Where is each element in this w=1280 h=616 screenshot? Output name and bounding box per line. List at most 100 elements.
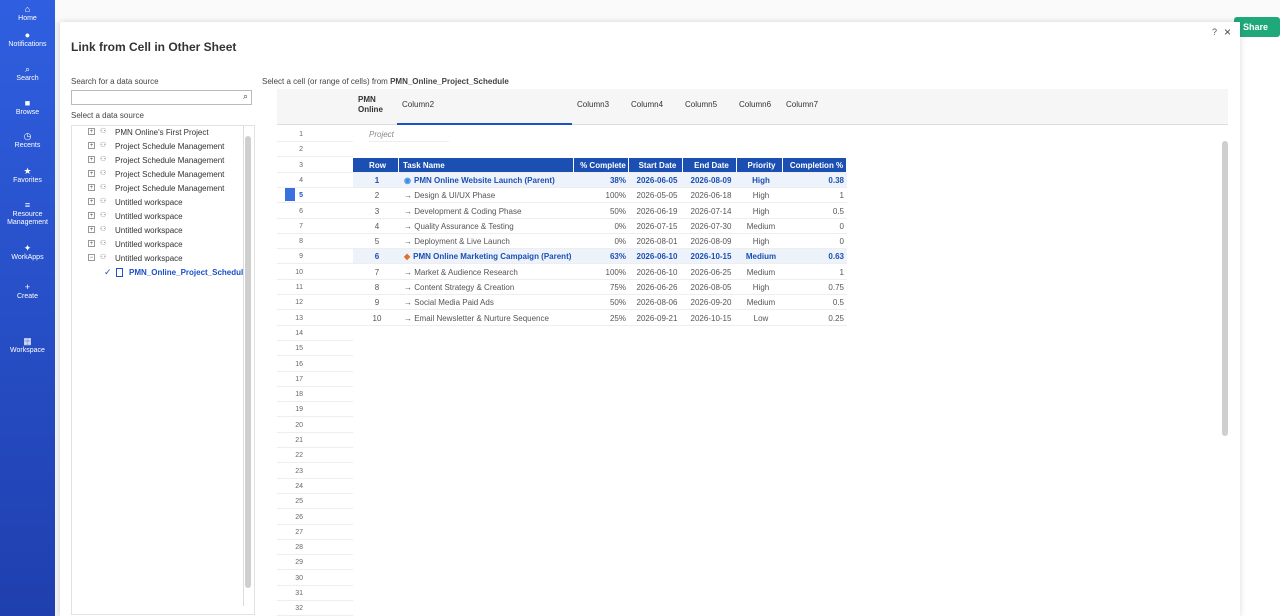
row-number[interactable]: 16 <box>277 357 353 372</box>
table-cell[interactable]: 2026-08-09 <box>683 234 737 250</box>
table-cell[interactable]: 0% <box>574 219 629 234</box>
row-number[interactable]: 9 <box>277 249 353 265</box>
nav-item-home[interactable]: ⌂ Home <box>0 4 55 23</box>
row-number[interactable]: 21 <box>277 433 353 448</box>
table-cell[interactable]: 0 <box>783 234 847 250</box>
nav-item-workapps[interactable]: ✦ WorkApps <box>0 243 55 262</box>
task-name-cell[interactable]: → Social Media Paid Ads <box>399 295 574 311</box>
table-cell[interactable]: 2026-07-15 <box>629 219 683 234</box>
grid-scrollbar[interactable] <box>1221 131 1229 611</box>
table-cell[interactable]: 38% <box>574 172 629 188</box>
row-number[interactable]: 29 <box>277 555 353 571</box>
expand-icon[interactable]: + <box>88 142 95 149</box>
nav-item-resource-management[interactable]: ≡ Resource Management <box>0 200 55 227</box>
task-name-cell[interactable]: ◆ PMN Online Marketing Campaign (Parent) <box>399 249 574 265</box>
table-cell[interactable]: 50% <box>574 204 629 219</box>
table-cell[interactable]: 2026-06-05 <box>629 172 683 188</box>
task-name-cell[interactable]: → Market & Audience Research <box>399 265 574 280</box>
row-number[interactable]: 24 <box>277 479 353 494</box>
table-cell[interactable]: 2026-07-30 <box>683 219 737 234</box>
column-header[interactable]: Column7 <box>786 100 818 109</box>
table-cell[interactable]: 2026-09-20 <box>683 295 737 311</box>
row-number[interactable]: 28 <box>277 540 353 556</box>
table-cell[interactable]: 2026-08-01 <box>629 234 683 250</box>
table-cell[interactable]: 2026-06-18 <box>683 188 737 204</box>
table-cell[interactable]: Low <box>737 311 783 326</box>
task-name-cell[interactable]: → Design & UI/UX Phase <box>399 188 574 204</box>
row-number[interactable]: 17 <box>277 372 353 387</box>
table-cell[interactable]: 100% <box>574 188 629 204</box>
table-cell[interactable]: 1 <box>353 172 399 188</box>
table-cell[interactable]: 0.63 <box>783 249 847 265</box>
table-cell[interactable]: Medium <box>737 219 783 234</box>
table-cell[interactable]: 0.25 <box>783 311 847 326</box>
row-number[interactable]: 2 <box>277 142 353 158</box>
table-cell[interactable]: High <box>737 188 783 204</box>
tree-item-workspace[interactable]: − ⚇ Untitled workspace <box>72 252 244 266</box>
column-header[interactable]: Column6 <box>739 100 771 109</box>
task-name-cell[interactable]: → Email Newsletter & Nurture Sequence <box>399 311 574 326</box>
table-cell[interactable]: 10 <box>353 311 399 326</box>
tree-item-workspace[interactable]: + ⚇ Untitled workspace <box>72 238 244 252</box>
table-cell[interactable]: 4 <box>353 219 399 234</box>
row-number[interactable]: 15 <box>277 341 353 357</box>
row-number[interactable]: 6 <box>277 204 353 219</box>
row-number[interactable]: 19 <box>277 402 353 418</box>
task-name-cell[interactable]: → Quality Assurance & Testing <box>399 219 574 234</box>
row-number[interactable]: 8 <box>277 234 353 250</box>
table-cell[interactable]: 2026-08-09 <box>683 172 737 188</box>
table-cell[interactable]: 2026-06-25 <box>683 265 737 280</box>
row-number[interactable]: 26 <box>277 510 353 525</box>
search-icon[interactable]: ⌕ <box>243 91 248 102</box>
search-input[interactable]: ⌕ <box>71 90 252 105</box>
table-cell[interactable]: High <box>737 234 783 250</box>
row-number[interactable]: 14 <box>277 326 353 341</box>
tree-item-workspace[interactable]: + ⚇ Untitled workspace <box>72 224 244 238</box>
expand-icon[interactable]: + <box>88 198 95 205</box>
expand-icon[interactable]: + <box>88 212 95 219</box>
table-cell[interactable]: 2026-09-21 <box>629 311 683 326</box>
row-number[interactable]: 25 <box>277 494 353 510</box>
table-cell[interactable]: 2 <box>353 188 399 204</box>
table-cell[interactable]: 2026-06-19 <box>629 204 683 219</box>
table-cell[interactable]: 63% <box>574 249 629 265</box>
row-number[interactable]: 4 <box>277 173 353 188</box>
row-number[interactable]: 11 <box>277 280 353 295</box>
row-number[interactable]: 7 <box>277 219 353 234</box>
table-cell[interactable]: 100% <box>574 265 629 280</box>
expand-icon[interactable]: + <box>88 170 95 177</box>
expand-icon[interactable]: + <box>88 156 95 163</box>
table-cell[interactable]: 25% <box>574 311 629 326</box>
task-name-cell[interactable]: ◉ PMN Online Website Launch (Parent) <box>399 172 574 188</box>
table-cell[interactable]: High <box>737 172 783 188</box>
table-cell[interactable]: High <box>737 204 783 219</box>
row-number[interactable]: 30 <box>277 571 353 586</box>
table-cell[interactable]: High <box>737 280 783 295</box>
column-header[interactable]: Column3 <box>577 100 609 109</box>
table-cell[interactable]: 1 <box>783 265 847 280</box>
table-cell[interactable]: 3 <box>353 204 399 219</box>
table-cell[interactable]: 75% <box>574 280 629 295</box>
task-name-cell[interactable]: → Content Strategy & Creation <box>399 280 574 295</box>
task-name-cell[interactable]: → Development & Coding Phase <box>399 204 574 219</box>
row-number[interactable]: 12 <box>277 295 353 311</box>
expand-icon[interactable]: + <box>88 184 95 191</box>
table-cell[interactable]: 2026-07-14 <box>683 204 737 219</box>
row-number[interactable]: 18 <box>277 387 353 403</box>
tree-item-workspace[interactable]: + ⚇ Untitled workspace <box>72 210 244 224</box>
table-cell[interactable]: 7 <box>353 265 399 280</box>
table-cell[interactable]: Medium <box>737 295 783 311</box>
table-cell[interactable]: 5 <box>353 234 399 250</box>
table-cell[interactable]: 0% <box>574 234 629 250</box>
table-cell[interactable]: 0.5 <box>783 204 847 219</box>
row-number[interactable]: 22 <box>277 448 353 464</box>
table-cell[interactable]: 50% <box>574 295 629 311</box>
table-cell[interactable]: 2026-06-26 <box>629 280 683 295</box>
tree-item-workspace[interactable]: + ⚇ Project Schedule Management <box>72 154 244 168</box>
table-cell[interactable]: 9 <box>353 295 399 311</box>
table-cell[interactable]: 2026-08-06 <box>629 295 683 311</box>
table-cell[interactable]: 8 <box>353 280 399 295</box>
table-cell[interactable]: 2026-06-10 <box>629 249 683 265</box>
row-number[interactable]: 13 <box>277 311 353 326</box>
close-icon[interactable]: × <box>1224 25 1231 39</box>
